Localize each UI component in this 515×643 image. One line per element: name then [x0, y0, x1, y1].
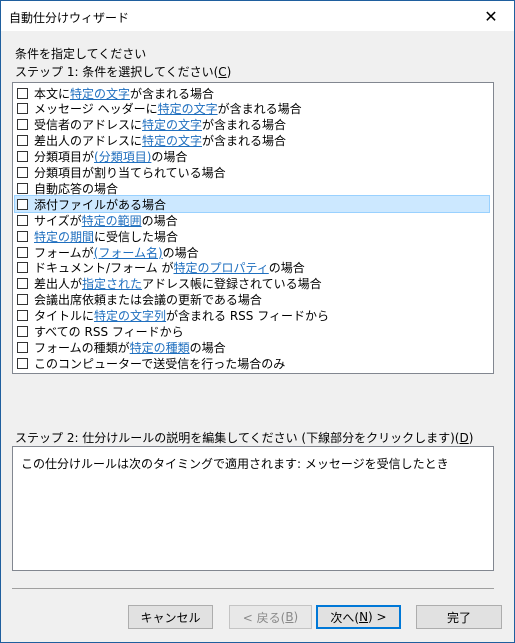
condition-text: フォームの種類が [34, 340, 130, 355]
condition-link[interactable]: 特定の文字 [158, 100, 218, 117]
condition-checkbox[interactable] [17, 278, 28, 290]
condition-item[interactable]: 添付ファイルがある場合 [14, 195, 490, 214]
section-title: 条件を指定してください [15, 47, 147, 61]
condition-item[interactable]: このコンピューターで送受信を行った場合のみ [15, 355, 285, 371]
condition-item[interactable]: 分類項目が割り当てられている場合 [15, 165, 226, 181]
condition-link[interactable]: (フォーム名) [94, 244, 163, 261]
condition-checkbox[interactable] [17, 294, 28, 306]
next-button[interactable]: 次へ(N) > [316, 605, 401, 629]
condition-text: 分類項目が [34, 150, 95, 165]
condition-checkbox[interactable] [17, 326, 28, 337]
condition-link[interactable]: 特定のプロパティ [174, 259, 269, 276]
condition-checkbox[interactable] [17, 310, 28, 322]
condition-text: 会議出席依頼または会議の更新である場合 [34, 293, 262, 308]
condition-item[interactable]: 特定の期間 に受信した場合 [15, 228, 178, 244]
condition-checkbox[interactable] [17, 357, 28, 369]
condition-link[interactable]: (分類項目) [94, 148, 151, 165]
condition-checkbox[interactable] [17, 341, 28, 353]
divider [12, 588, 494, 589]
condition-text: メッセージ ヘッダーに [34, 102, 158, 117]
condition-item[interactable]: 差出人が 指定された アドレス帳に登録されている場合 [15, 276, 322, 292]
step2-label: ステップ 2: 仕分けルールの説明を編集してください (下線部分をクリックします… [15, 431, 474, 445]
condition-link[interactable]: 特定の文字列 [94, 307, 166, 324]
condition-item[interactable]: タイトルに 特定の文字列 が含まれる RSS フィードから [15, 308, 329, 324]
condition-checkbox[interactable] [17, 182, 28, 194]
condition-checkbox[interactable] [17, 262, 28, 274]
rule-description-text: この仕分けルールは次のタイミングで適用されます: メッセージを受信したとき [21, 457, 449, 471]
condition-item[interactable]: 分類項目が (分類項目) の場合 [15, 149, 187, 165]
condition-text: アドレス帳に登録されている場合 [142, 277, 322, 292]
condition-checkbox[interactable] [17, 135, 28, 147]
condition-text: タイトルに [34, 309, 95, 324]
condition-checkbox[interactable] [17, 167, 28, 178]
title-bar: 自動仕分けウィザード ✕ [1, 1, 514, 31]
condition-text: フォームが [34, 245, 94, 260]
condition-text: の場合 [151, 150, 188, 165]
condition-text: 自動応答の場合 [34, 181, 119, 196]
back-button[interactable]: < 戻る(B) [229, 605, 312, 629]
condition-text: の場合 [268, 261, 305, 276]
condition-checkbox[interactable] [17, 119, 28, 131]
condition-text: 受信者のアドレスに [34, 118, 143, 133]
condition-text: が含まれる場合 [202, 134, 287, 149]
condition-item[interactable]: フォームが (フォーム名) の場合 [15, 244, 199, 260]
condition-checkbox[interactable] [17, 214, 28, 226]
condition-item[interactable]: 会議出席依頼または会議の更新である場合 [15, 292, 262, 308]
close-icon[interactable]: ✕ [468, 1, 514, 31]
condition-item[interactable]: サイズが 特定の範囲 の場合 [15, 212, 178, 228]
window-title: 自動仕分けウィザード [9, 11, 130, 25]
condition-item[interactable]: 差出人のアドレスに 特定の文字 が含まれる場合 [15, 133, 286, 149]
cancel-button[interactable]: キャンセル [128, 605, 213, 629]
condition-text: が含まれる場合 [202, 118, 287, 133]
condition-text: サイズが [34, 213, 82, 228]
condition-link[interactable]: 特定の範囲 [82, 212, 142, 229]
condition-item[interactable]: フォームの種類が 特定の種類 の場合 [15, 339, 226, 355]
condition-text: の場合 [141, 213, 178, 228]
step1-label: ステップ 1: 条件を選択してください(C) [15, 65, 232, 79]
condition-link[interactable]: 特定の文字 [142, 132, 202, 149]
condition-checkbox[interactable] [17, 87, 28, 99]
condition-text: が含まれる場合 [217, 102, 302, 117]
conditions-list[interactable]: 本文に 特定の文字 が含まれる場合 メッセージ ヘッダーに 特定の文字 が含まれる… [12, 82, 494, 374]
condition-text: このコンピューターで送受信を行った場合のみ [34, 356, 286, 371]
condition-item[interactable]: 自動応答の場合 [15, 180, 118, 196]
condition-link[interactable]: 特定の文字 [142, 116, 202, 133]
condition-checkbox[interactable] [17, 246, 28, 258]
condition-text: の場合 [162, 245, 199, 260]
condition-text: ドキュメント/フォーム が [34, 261, 174, 276]
condition-checkbox[interactable] [17, 103, 28, 115]
condition-text: が含まれる場合 [130, 86, 215, 101]
condition-link[interactable]: 特定の文字 [70, 85, 130, 102]
condition-text: 本文に [34, 86, 71, 101]
condition-item[interactable]: ドキュメント/フォーム が 特定のプロパティ の場合 [15, 260, 305, 276]
condition-link[interactable]: 特定の種類 [130, 339, 190, 356]
condition-checkbox[interactable] [17, 230, 28, 242]
condition-item[interactable]: メッセージ ヘッダーに 特定の文字 が含まれる場合 [15, 101, 302, 117]
condition-item[interactable]: すべての RSS フィードから [15, 324, 184, 340]
condition-text: 差出人が [34, 277, 83, 292]
condition-item[interactable]: 本文に 特定の文字 が含まれる場合 [15, 85, 214, 101]
condition-link[interactable]: 指定された [82, 275, 142, 292]
condition-link[interactable]: 特定の期間 [34, 228, 94, 245]
rules-wizard-window: 自動仕分けウィザード ✕ 条件を指定してください ステップ 1: 条件を選択して… [0, 0, 515, 643]
condition-text: に受信した場合 [94, 229, 179, 244]
condition-checkbox[interactable] [17, 151, 28, 163]
rule-description-box[interactable]: この仕分けルールは次のタイミングで適用されます: メッセージを受信したとき [12, 446, 494, 571]
condition-text: 分類項目が割り当てられている場合 [34, 166, 226, 180]
condition-item[interactable]: 受信者のアドレスに 特定の文字 が含まれる場合 [15, 117, 286, 133]
condition-text: 添付ファイルがある場合 [34, 197, 167, 212]
condition-checkbox[interactable] [17, 198, 28, 210]
condition-text: の場合 [189, 340, 226, 355]
finish-button[interactable]: 完了 [416, 605, 502, 629]
condition-text: 差出人のアドレスに [34, 134, 143, 149]
condition-text: が含まれる RSS フィードから [166, 309, 329, 324]
condition-text: すべての RSS フィードから [34, 325, 184, 339]
